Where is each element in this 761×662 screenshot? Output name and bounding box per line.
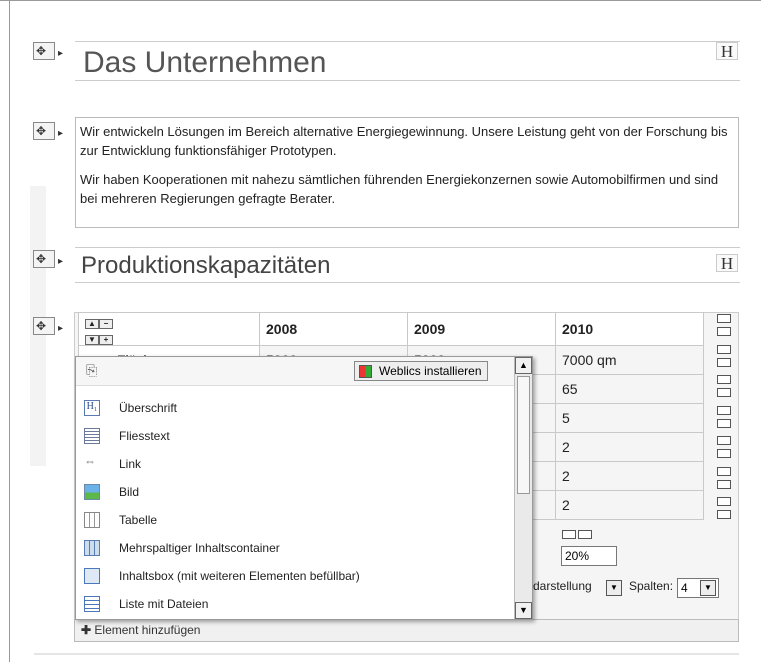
bottom-divider <box>34 653 739 655</box>
file-list-icon <box>84 596 100 612</box>
popup-item-link[interactable]: ⇔ Link <box>76 451 510 479</box>
scroll-up-icon[interactable]: ▲ <box>515 357 532 374</box>
row-select-checkbox[interactable] <box>717 358 731 367</box>
header-cell[interactable]: 2009 <box>407 312 556 346</box>
row-select-checkbox[interactable] <box>717 345 731 354</box>
table-cell[interactable]: 2 <box>555 490 704 520</box>
page-title: Das Unternehmen <box>83 46 327 79</box>
clipboard-icon[interactable]: ⎘ <box>86 362 97 379</box>
weblics-install-button[interactable]: Weblics installieren <box>354 361 488 381</box>
darstellung-label: darstellung <box>533 579 592 593</box>
row-select-checkbox[interactable] <box>717 327 731 336</box>
text-block[interactable]: Wir entwickeln Lösungen im Bereich alter… <box>75 117 739 228</box>
header-cell-empty: ▲ − ▼ + <box>78 312 260 346</box>
page-frame-top <box>0 0 761 1</box>
popup-scrollbar[interactable]: ▲ ▼ <box>514 357 532 619</box>
weblics-logo-icon <box>359 365 372 378</box>
header-cell[interactable]: 2010 <box>555 312 704 346</box>
add-element-popup: ⎘ Weblics installieren H₁ Überschrift Fl… <box>75 356 533 620</box>
heading2-box: Produktionskapazitäten <box>75 247 740 283</box>
plus-icon: ✚ <box>81 623 92 637</box>
row-select-checkbox[interactable] <box>717 375 731 384</box>
row-select-checkbox[interactable] <box>717 497 731 506</box>
heading1-box: Das Unternehmen <box>75 41 740 81</box>
heading-icon: H₁ <box>84 400 100 416</box>
col-select-checkbox[interactable] <box>578 530 592 539</box>
move-handle-text[interactable]: ✥ ▸ <box>33 122 63 140</box>
row-add-up-icon[interactable]: ▲ <box>85 319 99 329</box>
row-select-checkbox[interactable] <box>717 480 731 489</box>
spalten-select[interactable]: 4 ▼ <box>677 578 719 598</box>
box-icon <box>84 568 100 584</box>
row-select-checkbox[interactable] <box>717 467 731 476</box>
table-cell[interactable]: 2 <box>555 461 704 491</box>
page-frame-left <box>9 0 10 662</box>
heading-type-icon[interactable]: H <box>716 42 738 61</box>
paragraph-1: Wir entwickeln Lösungen im Bereich alter… <box>80 124 728 158</box>
heading-type-icon-2[interactable]: H <box>716 254 738 273</box>
add-element-label: Element hinzufügen <box>94 623 201 637</box>
row-select-checkbox[interactable] <box>717 314 731 323</box>
table-cell[interactable]: 2 <box>555 432 704 462</box>
paragraph-2: Wir haben Kooperationen mit nahezu sämtl… <box>80 172 719 206</box>
table-cell[interactable]: 65 <box>555 374 704 404</box>
popup-item-inhaltsbox[interactable]: Inhaltsbox (mit weiteren Elementen befül… <box>76 563 510 591</box>
row-select-checkbox[interactable] <box>717 388 731 397</box>
popup-item-ueberschrift[interactable]: H₁ Überschrift <box>76 395 510 423</box>
popup-item-bild[interactable]: Bild <box>76 479 510 507</box>
link-icon: ⇔ <box>84 454 96 468</box>
header-cell[interactable]: 2008 <box>259 312 408 346</box>
section-title: Produktionskapazitäten <box>81 252 331 279</box>
popup-item-mehrspaltig[interactable]: Mehrspaltiger Inhaltscontainer <box>76 535 510 563</box>
table-icon <box>84 512 100 528</box>
popup-header: ⎘ Weblics installieren <box>76 357 532 386</box>
text-icon <box>84 428 100 444</box>
spalten-dropdown-icon[interactable]: ▼ <box>700 580 716 596</box>
row-selector-column <box>717 312 733 519</box>
scrollbar-thumb[interactable] <box>517 376 530 494</box>
col-select-checkbox[interactable] <box>562 530 576 539</box>
darstellung-dropdown-icon[interactable]: ▼ <box>606 580 622 596</box>
row-remove-icon[interactable]: − <box>99 319 113 329</box>
row-select-checkbox[interactable] <box>717 510 731 519</box>
columns-icon <box>84 540 100 556</box>
row-add-down-icon[interactable]: ▼ <box>85 335 99 345</box>
table-width-input[interactable]: 20% <box>561 546 617 566</box>
row-select-checkbox[interactable] <box>717 449 731 458</box>
row-select-checkbox[interactable] <box>717 406 731 415</box>
popup-item-dateiliste[interactable]: Liste mit Dateien <box>76 591 510 619</box>
table-cell[interactable]: 5 <box>555 403 704 433</box>
popup-item-tabelle[interactable]: Tabelle <box>76 507 510 535</box>
add-element-bar[interactable]: ✚ Element hinzufügen <box>74 619 739 642</box>
spalten-label: Spalten: <box>629 579 674 593</box>
scroll-down-icon[interactable]: ▼ <box>515 602 532 619</box>
row-select-checkbox[interactable] <box>717 436 731 445</box>
image-icon <box>84 484 100 500</box>
row-select-checkbox[interactable] <box>717 419 731 428</box>
move-handle-table[interactable]: ✥ ▸ <box>33 317 63 335</box>
move-handle-heading1[interactable]: ✥ ▸ <box>33 42 63 60</box>
move-handle-heading2[interactable]: ✥ ▸ <box>33 250 63 268</box>
popup-item-fliesstext[interactable]: Fliesstext <box>76 423 510 451</box>
col-add-icon[interactable]: + <box>99 335 113 345</box>
table-cell[interactable]: 7000 qm <box>555 345 704 375</box>
table-header-row: ▲ − ▼ + 2008 2009 2010 <box>78 312 704 346</box>
